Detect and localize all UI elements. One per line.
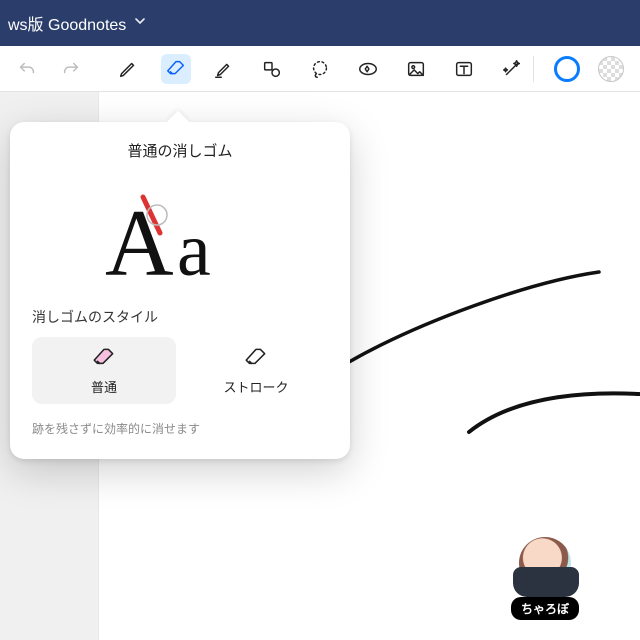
- app-title: ws版 Goodnotes: [8, 11, 126, 35]
- redo-button[interactable]: [56, 54, 86, 84]
- highlighter-tool[interactable]: [209, 54, 239, 84]
- pen-tool[interactable]: [113, 54, 143, 84]
- text-tool[interactable]: [449, 54, 479, 84]
- avatar: ちゃろぼ: [500, 537, 590, 620]
- eraser-tool[interactable]: [161, 54, 191, 84]
- eraser-preview: A a: [32, 185, 328, 295]
- color-swatch-blue[interactable]: [554, 56, 580, 82]
- eraser-style-stroke[interactable]: ストローク: [184, 337, 328, 404]
- magic-tool[interactable]: [497, 54, 527, 84]
- shapes-tool[interactable]: [257, 54, 287, 84]
- eraser-style-normal-label: 普通: [91, 377, 117, 396]
- eraser-style-stroke-label: ストローク: [223, 377, 288, 396]
- titlebar: ws版 Goodnotes: [0, 0, 640, 46]
- undo-button[interactable]: [12, 54, 42, 84]
- lasso-tool[interactable]: [305, 54, 335, 84]
- svg-text:a: a: [177, 208, 211, 292]
- stamp-tool[interactable]: [353, 54, 383, 84]
- popover-hint: 跡を残さずに効率的に消せます: [32, 420, 328, 437]
- eraser-popover: 普通の消しゴム A a 消しゴムのスタイル 普通 ストローク 跡を残さずに効率的…: [10, 122, 350, 459]
- svg-text:A: A: [105, 190, 174, 295]
- image-tool[interactable]: [401, 54, 431, 84]
- canvas-area: ちゃろぼ 普通の消しゴム A a 消しゴムのスタイル 普通 ストローク 跡を残さ…: [0, 92, 640, 640]
- color-swatch-transparent[interactable]: [598, 56, 624, 82]
- popover-title: 普通の消しゴム: [32, 140, 328, 161]
- toolbar: [0, 46, 640, 92]
- eraser-style-normal[interactable]: 普通: [32, 337, 176, 404]
- avatar-image: [519, 537, 571, 589]
- chevron-down-icon[interactable]: [134, 14, 146, 32]
- avatar-name: ちゃろぼ: [511, 597, 579, 620]
- style-section-label: 消しゴムのスタイル: [32, 307, 328, 327]
